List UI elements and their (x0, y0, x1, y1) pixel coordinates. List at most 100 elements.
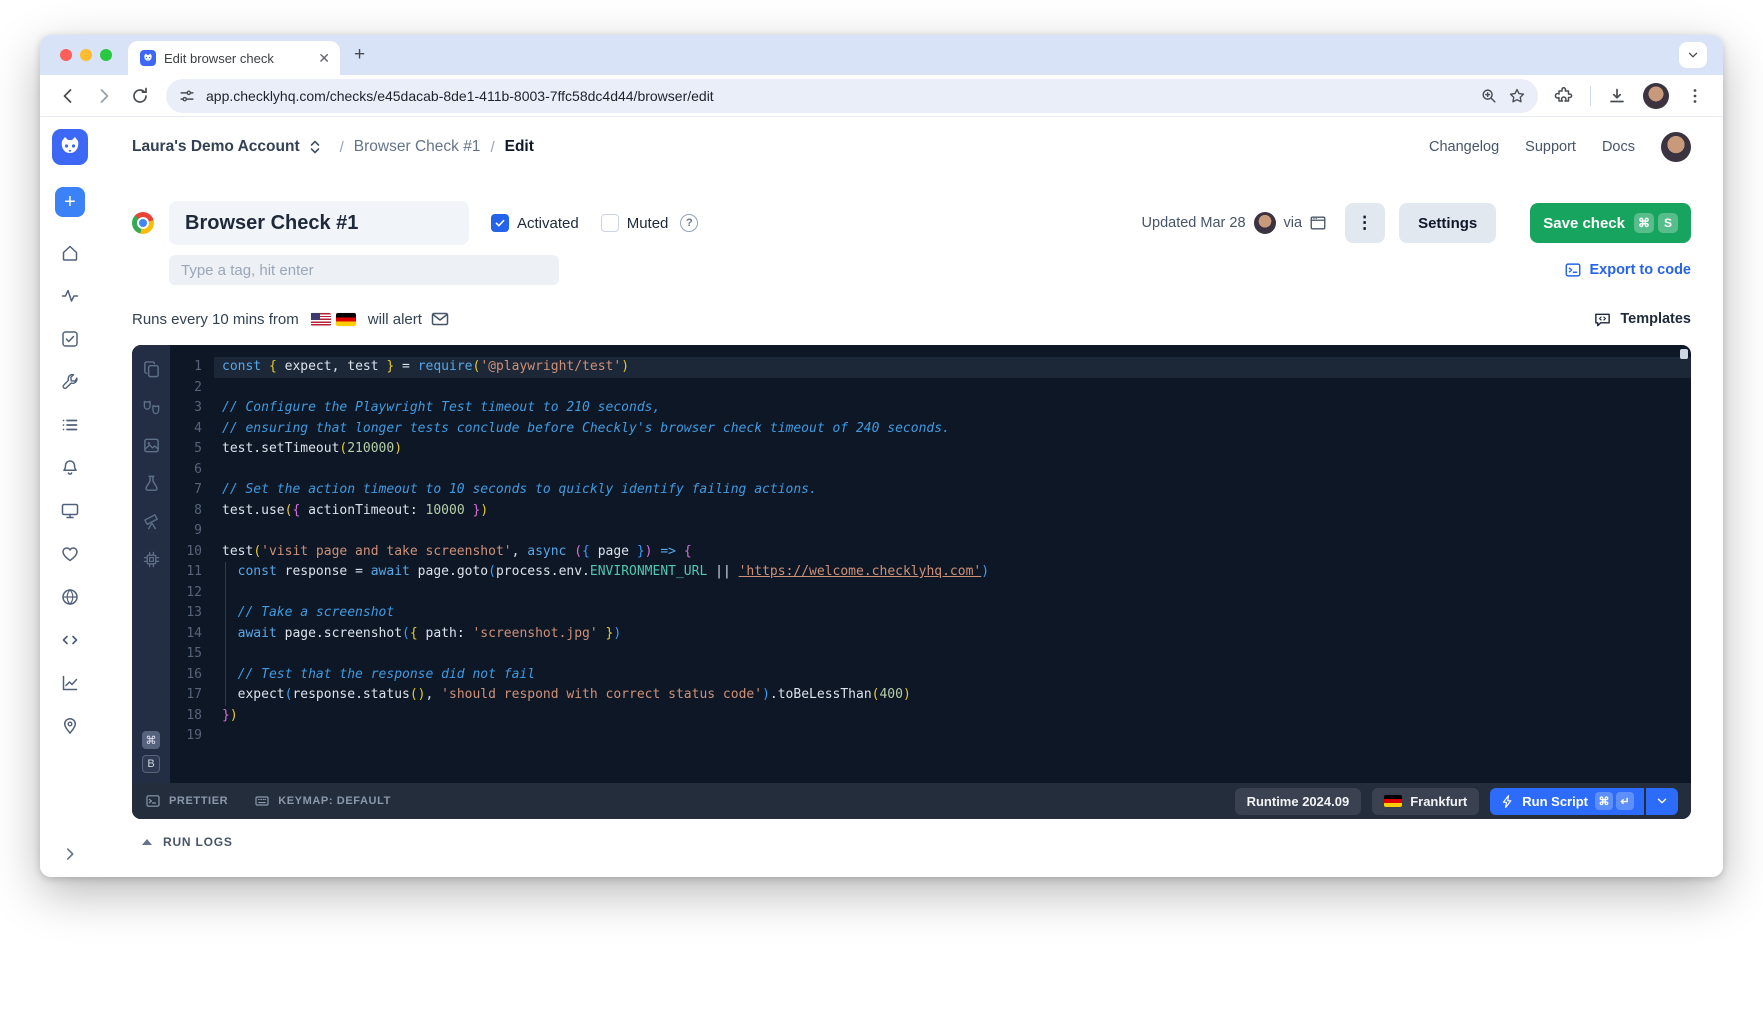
line-number: 6 (170, 460, 214, 481)
activated-toggle[interactable]: Activated (491, 214, 579, 232)
code-token: expect (222, 687, 285, 702)
more-vert-icon[interactable] (1685, 86, 1705, 106)
star-icon[interactable] (1508, 87, 1526, 105)
code-line[interactable]: test('visit page and take screenshot', a… (214, 542, 1691, 563)
keymap-selector[interactable]: KEYMAP: DEFAULT (254, 793, 391, 809)
reload-icon[interactable] (130, 86, 150, 106)
code-line[interactable]: const response = await page.goto(process… (214, 562, 1691, 583)
browser-profile-avatar[interactable] (1643, 83, 1669, 109)
code-token: '@playwright/test' (480, 359, 621, 374)
close-window-icon[interactable] (60, 49, 72, 61)
tag-input[interactable] (169, 255, 559, 285)
code-line[interactable]: // Test that the response did not fail (214, 665, 1691, 686)
code-line[interactable]: expect(response.status(), 'should respon… (214, 685, 1691, 706)
topnav-link-changelog[interactable]: Changelog (1429, 139, 1499, 155)
code-line[interactable]: test.use({ actionTimeout: 10000 }) (214, 501, 1691, 522)
code-line[interactable]: // Set the action timeout to 10 seconds … (214, 480, 1691, 501)
user-avatar[interactable] (1661, 132, 1691, 162)
code-token: process.env. (496, 564, 590, 579)
check-name-input[interactable] (169, 201, 469, 245)
line-number: 4 (170, 419, 214, 440)
home-icon[interactable] (60, 243, 80, 263)
globe-icon[interactable] (60, 587, 80, 607)
chart-icon[interactable] (60, 673, 80, 693)
tab-close-icon[interactable]: ✕ (318, 51, 330, 65)
code-token: 'screenshot.jpg' (472, 626, 597, 641)
runtime-button[interactable]: Runtime 2024.09 (1235, 788, 1362, 815)
code-line[interactable]: test.setTimeout(210000) (214, 439, 1691, 460)
run-script-button[interactable]: Run Script ⌘↵ (1490, 788, 1644, 815)
code-token: // Take a screenshot (238, 605, 395, 620)
image-icon[interactable] (142, 436, 161, 455)
export-to-code-link[interactable]: Export to code (1564, 261, 1691, 279)
monitor-icon[interactable] (60, 501, 80, 521)
topnav-link-support[interactable]: Support (1525, 139, 1576, 155)
tune-icon[interactable] (178, 87, 196, 105)
new-tab-icon[interactable]: + (354, 44, 365, 66)
editor-rail: ⌘B (132, 345, 170, 783)
code-line[interactable]: const { expect, test } = require('@playw… (214, 357, 1691, 378)
code-token: require (418, 359, 473, 374)
create-new-button[interactable]: + (55, 187, 85, 217)
list-icon[interactable] (60, 415, 80, 435)
account-switcher[interactable]: Laura's Demo Account (132, 138, 300, 156)
pin-icon[interactable] (60, 716, 80, 736)
back-icon[interactable] (58, 86, 78, 106)
sidebar-expand-chevron-icon[interactable] (61, 845, 79, 863)
muted-checkbox[interactable] (601, 214, 619, 232)
help-icon[interactable]: ? (680, 214, 698, 232)
minimize-window-icon[interactable] (80, 49, 92, 61)
code-line[interactable] (214, 521, 1691, 542)
bell-icon[interactable] (60, 458, 80, 478)
code-line[interactable]: // Take a screenshot (214, 603, 1691, 624)
activity-icon[interactable] (60, 286, 80, 306)
more-options-button[interactable]: ⋮ (1345, 203, 1385, 243)
wrench-icon[interactable] (60, 372, 80, 392)
code-line[interactable]: }) (214, 706, 1691, 727)
code-line[interactable]: await page.screenshot({ path: 'screensho… (214, 624, 1691, 645)
templates-button[interactable]: Templates (1593, 310, 1691, 329)
prettier-toggle[interactable]: PRETTIER (145, 793, 228, 809)
maximize-window-icon[interactable] (100, 49, 112, 61)
checkly-favicon-icon (140, 50, 156, 66)
muted-toggle[interactable]: Muted (601, 214, 669, 232)
code-icon[interactable] (60, 630, 80, 650)
download-icon[interactable] (1607, 86, 1627, 106)
breadcrumb-check[interactable]: Browser Check #1 (354, 138, 481, 156)
code-line[interactable]: // ensuring that longer tests conclude b… (214, 419, 1691, 440)
chip-icon[interactable] (142, 550, 161, 569)
keymap-icon (254, 793, 270, 809)
activated-checkbox[interactable] (491, 214, 509, 232)
extensions-icon[interactable] (1554, 86, 1574, 106)
browser-tab[interactable]: Edit browser check ✕ (128, 41, 340, 75)
address-bar[interactable]: app.checklyhq.com/checks/e45dacab-8de1-4… (166, 79, 1538, 113)
settings-button[interactable]: Settings (1399, 203, 1496, 243)
code-line[interactable] (214, 460, 1691, 481)
run-logs-toggle[interactable]: RUN LOGS (132, 835, 1691, 849)
checkly-logo[interactable] (52, 129, 88, 165)
code-line[interactable] (214, 644, 1691, 665)
code-area[interactable]: 12345678910111213141516171819 const { ex… (170, 345, 1691, 783)
code-lines[interactable]: const { expect, test } = require('@playw… (214, 357, 1691, 783)
zoom-in-icon[interactable] (1480, 87, 1498, 105)
topnav-link-docs[interactable]: Docs (1602, 139, 1635, 155)
tab-search-chevron-icon[interactable] (1679, 42, 1707, 68)
location-button[interactable]: Frankfurt (1372, 788, 1479, 815)
code-line[interactable] (214, 378, 1691, 399)
heart-icon[interactable] (60, 544, 80, 564)
run-options-chevron[interactable] (1646, 788, 1678, 815)
copy-icon[interactable] (142, 360, 161, 379)
save-check-button[interactable]: Save check ⌘S (1530, 203, 1691, 243)
telescope-icon[interactable] (142, 512, 161, 531)
masks-icon[interactable] (142, 398, 161, 417)
checks-icon[interactable] (60, 329, 80, 349)
editor-scrollbar[interactable] (1680, 349, 1688, 359)
url-text[interactable]: app.checklyhq.com/checks/e45dacab-8de1-4… (206, 88, 1470, 104)
forward-icon[interactable] (94, 86, 114, 106)
sort-vertical-icon[interactable] (308, 139, 322, 155)
code-line[interactable]: // Configure the Playwright Test timeout… (214, 398, 1691, 419)
code-token: page.screenshot (277, 626, 402, 641)
flask-icon[interactable] (142, 474, 161, 493)
code-line[interactable] (214, 583, 1691, 604)
code-line[interactable] (214, 726, 1691, 747)
